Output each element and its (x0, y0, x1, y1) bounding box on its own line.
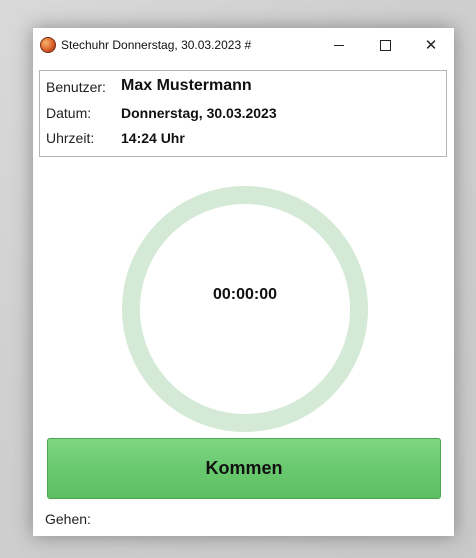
time-label: Uhrzeit: (46, 130, 95, 146)
user-row: Benutzer: Max Mustermann (40, 75, 446, 99)
time-value: 14:24 Uhr (121, 130, 185, 146)
stechuhr-window: Stechuhr Donnerstag, 30.03.2023 # ✕ Benu… (33, 28, 454, 536)
app-clock-icon (40, 37, 56, 53)
user-value: Max Mustermann (121, 77, 252, 94)
gehen-label: Gehen: (45, 511, 91, 527)
window-title: Stechuhr Donnerstag, 30.03.2023 # (61, 38, 252, 52)
timer-ring (122, 186, 368, 432)
elapsed-timer: 00:00:00 (212, 286, 278, 303)
minimize-button[interactable] (316, 28, 362, 62)
info-panel: Benutzer: Max Mustermann Datum: Donnerst… (39, 70, 447, 157)
close-button[interactable]: ✕ (408, 28, 454, 62)
time-row: Uhrzeit: 14:24 Uhr (40, 126, 446, 150)
kommen-button[interactable]: Kommen (47, 438, 441, 499)
date-value: Donnerstag, 30.03.2023 (121, 105, 277, 121)
date-label: Datum: (46, 105, 92, 121)
date-row: Datum: Donnerstag, 30.03.2023 (40, 101, 446, 125)
user-label: Benutzer: (46, 79, 106, 95)
maximize-button[interactable] (362, 28, 408, 62)
close-icon: ✕ (424, 35, 438, 54)
title-bar[interactable]: Stechuhr Donnerstag, 30.03.2023 # ✕ (33, 28, 454, 64)
minimize-icon (334, 44, 344, 46)
maximize-icon (379, 39, 391, 51)
